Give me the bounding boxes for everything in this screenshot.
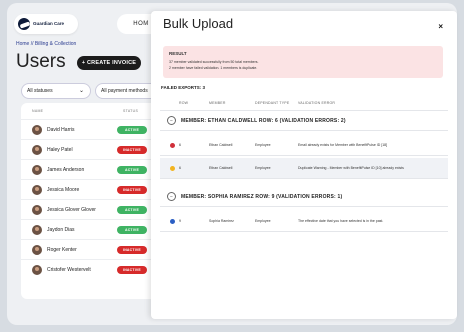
user-name: James Anderson xyxy=(47,167,85,173)
logo-mark-icon xyxy=(18,18,30,30)
validation-error-row: 6 Ethan Caldwell Employee Duplicate Warning… xyxy=(160,158,448,179)
column-header-name: NAME xyxy=(32,109,44,113)
modal-title: Bulk Upload xyxy=(163,16,234,31)
member-group-label: MEMBER: SOPHIA RAMIREZ ROW: 9 (VALIDATIO… xyxy=(181,194,343,200)
warning-status-icon xyxy=(170,166,175,171)
error-row-number: 6 xyxy=(179,143,181,147)
status-badge: INACTIVE xyxy=(117,266,147,274)
breadcrumb[interactable]: Home // Billing & Collection xyxy=(16,41,76,47)
user-name: Jessica Glover Glover xyxy=(47,207,96,213)
user-row[interactable]: Jessica Moore INACTIVE xyxy=(21,179,161,199)
user-name: Jessica Moore xyxy=(47,187,80,193)
errors-table-header: ROW MEMBER DEPENDANT TYPE VALIDATION ERR… xyxy=(160,97,448,111)
collapse-toggle-icon[interactable]: − xyxy=(167,116,176,125)
status-filter-select[interactable]: All statuses ⌄ xyxy=(21,83,91,99)
result-summary: RESULT 37 member validated successfully … xyxy=(163,46,443,78)
logo-name: Guardian Care xyxy=(33,20,65,26)
create-invoice-button[interactable]: + CREATE INVOICE xyxy=(77,56,141,70)
error-member-name: Ethan Caldwell xyxy=(209,143,233,147)
avatar xyxy=(32,145,42,155)
avatar xyxy=(32,205,42,215)
status-badge: INACTIVE xyxy=(117,146,147,154)
column-header-row: ROW xyxy=(179,101,189,105)
status-badge: ACTIVE xyxy=(117,126,147,134)
column-header-member: MEMBER xyxy=(209,101,226,105)
status-badge: INACTIVE xyxy=(117,186,147,194)
status-badge: ACTIVE xyxy=(117,226,147,234)
status-filter-value: All statuses xyxy=(27,88,53,94)
user-name: David Harris xyxy=(47,127,75,133)
error-message: Email already exists for Member with Ben… xyxy=(298,143,388,147)
info-status-icon xyxy=(170,219,175,224)
avatar xyxy=(32,265,42,275)
error-message: Duplicate Warning - Member with BenefitP… xyxy=(298,166,404,170)
member-group-label: MEMBER: ETHAN CALDWELL ROW: 6 (VALIDATIO… xyxy=(181,118,346,124)
payment-method-filter-value: All payment methods xyxy=(101,88,148,94)
user-list: NAME STATUS David Harris ACTIVE Haley Pate… xyxy=(21,103,161,299)
chevron-down-icon: ⌄ xyxy=(78,88,84,94)
user-row[interactable]: Jessica Glover Glover ACTIVE xyxy=(21,199,161,219)
user-name: Cristofer Westervelt xyxy=(47,267,91,273)
member-group-header[interactable]: − MEMBER: ETHAN CALDWELL ROW: 6 (VALIDATI… xyxy=(160,111,448,131)
column-header-validation-error: VALIDATION ERROR xyxy=(298,101,336,105)
column-header-dependant-type: DEPENDANT TYPE xyxy=(255,101,290,105)
user-row[interactable]: James Anderson ACTIVE xyxy=(21,159,161,179)
result-heading: RESULT xyxy=(169,51,187,56)
user-name: Jaydon Dias xyxy=(47,227,75,233)
member-group-header[interactable]: − MEMBER: SOPHIA RAMIREZ ROW: 9 (VALIDATI… xyxy=(160,187,448,207)
close-icon[interactable]: × xyxy=(438,22,443,31)
payment-method-filter-select[interactable]: All payment methods xyxy=(95,83,159,99)
error-member-name: Ethan Caldwell xyxy=(209,166,233,170)
user-name: Roger Kenter xyxy=(47,247,77,253)
result-line-success: 37 member validated successfully from 50… xyxy=(169,60,259,64)
error-message: The effective date that you have selecte… xyxy=(298,219,384,223)
validation-error-row: 9 Sophia Ramirez Employee The effective dat… xyxy=(160,211,448,232)
status-badge: ACTIVE xyxy=(117,166,147,174)
avatar xyxy=(32,225,42,235)
result-line-failed: 2 member have failed validation. 1 membe… xyxy=(169,66,258,70)
page-title: Users xyxy=(16,51,66,72)
user-name: Haley Patel xyxy=(47,147,73,153)
error-status-icon xyxy=(170,143,175,148)
error-dependant-type: Employee xyxy=(255,143,271,147)
bulk-upload-modal: Bulk Upload × RESULT 37 member validated… xyxy=(151,11,457,319)
error-dependant-type: Employee xyxy=(255,219,271,223)
user-row[interactable]: David Harris ACTIVE xyxy=(21,119,161,139)
error-row-number: 9 xyxy=(179,219,181,223)
error-member-name: Sophia Ramirez xyxy=(209,219,234,223)
avatar xyxy=(32,165,42,175)
validation-error-row: 6 Ethan Caldwell Employee Email already exi… xyxy=(160,135,448,156)
avatar xyxy=(32,185,42,195)
column-header-status: STATUS xyxy=(123,109,139,113)
user-row[interactable]: Roger Kenter INACTIVE xyxy=(21,239,161,259)
user-row[interactable]: Haley Patel INACTIVE xyxy=(21,139,161,159)
logo[interactable]: Guardian Care xyxy=(14,14,78,34)
status-badge: INACTIVE xyxy=(117,246,147,254)
error-dependant-type: Employee xyxy=(255,166,271,170)
error-row-number: 6 xyxy=(179,166,181,170)
status-badge: ACTIVE xyxy=(117,206,147,214)
user-row[interactable]: Cristofer Westervelt INACTIVE xyxy=(21,259,161,279)
avatar xyxy=(32,245,42,255)
avatar xyxy=(32,125,42,135)
user-row[interactable]: Jaydon Dias ACTIVE xyxy=(21,219,161,239)
failed-exports-count: FAILED EXPORTS: 3 xyxy=(161,85,206,90)
collapse-toggle-icon[interactable]: − xyxy=(167,192,176,201)
